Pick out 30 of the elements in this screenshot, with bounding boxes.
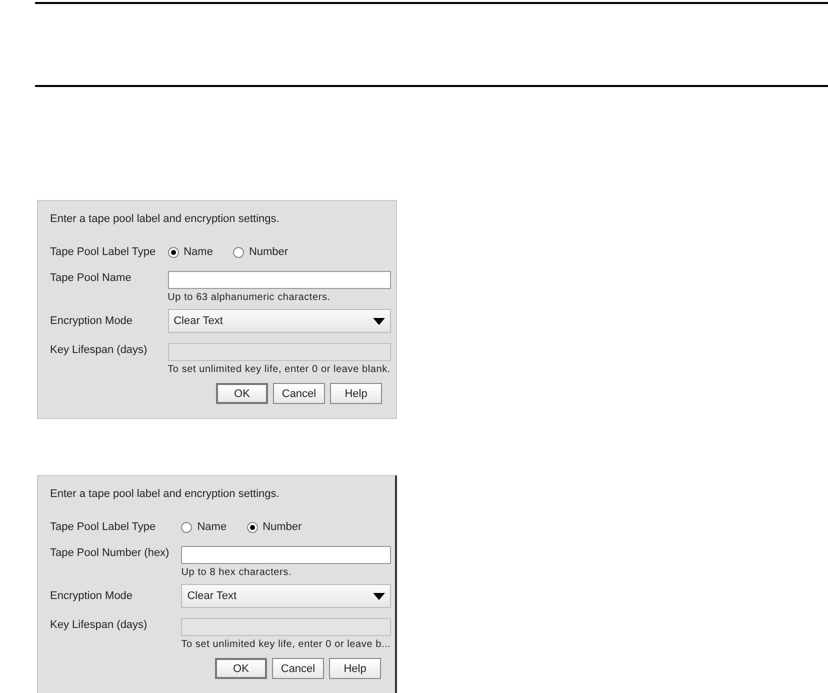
dialog-button[interactable]: OK — [216, 383, 268, 404]
hint-text: Up to 8 hex characters. — [181, 566, 293, 580]
field-label: Key Lifespan (days) — [50, 344, 148, 356]
radio-option[interactable]: Name — [181, 521, 227, 533]
dropdown[interactable]: Clear Text — [181, 584, 391, 608]
dialog-button[interactable]: Cancel — [272, 658, 324, 679]
caret-icon — [372, 318, 384, 324]
radio-option[interactable]: Number — [246, 521, 302, 533]
hint-text: Up to 63 alphanumeric characters. — [168, 291, 332, 305]
instruction-text: Enter a tape pool label and encryption settings. — [50, 487, 280, 502]
dialog-button[interactable]: Cancel — [273, 383, 325, 404]
hint-text: To set unlimited key life, enter 0 or leave b... — [181, 638, 391, 652]
instruction-text: Enter a tape pool label and encryption settings. — [50, 212, 280, 227]
field-label: Tape Pool Name — [50, 272, 132, 284]
input-field[interactable] — [181, 546, 391, 564]
hint-text: To set unlimited key life, enter 0 or leave blank. — [168, 363, 390, 377]
input-field[interactable] — [168, 271, 390, 289]
caret-icon — [372, 592, 385, 600]
radio-option[interactable]: Number — [232, 246, 288, 258]
dialog-button[interactable]: Help — [329, 658, 381, 679]
dialog-button[interactable]: OK — [215, 658, 267, 679]
dropdown[interactable]: Clear Text — [168, 309, 390, 333]
field-label: Tape Pool Label Type — [50, 521, 157, 533]
dialog-button[interactable]: Help — [330, 383, 382, 404]
field-label: Encryption Mode — [50, 315, 134, 327]
field-label: Encryption Mode — [50, 590, 134, 602]
field-label: Tape Pool Label Type — [50, 246, 156, 258]
field-label: Key Lifespan (days) — [50, 619, 148, 631]
radio-option[interactable]: Name — [168, 246, 213, 258]
field-label: Tape Pool Number (hex) — [50, 547, 170, 559]
